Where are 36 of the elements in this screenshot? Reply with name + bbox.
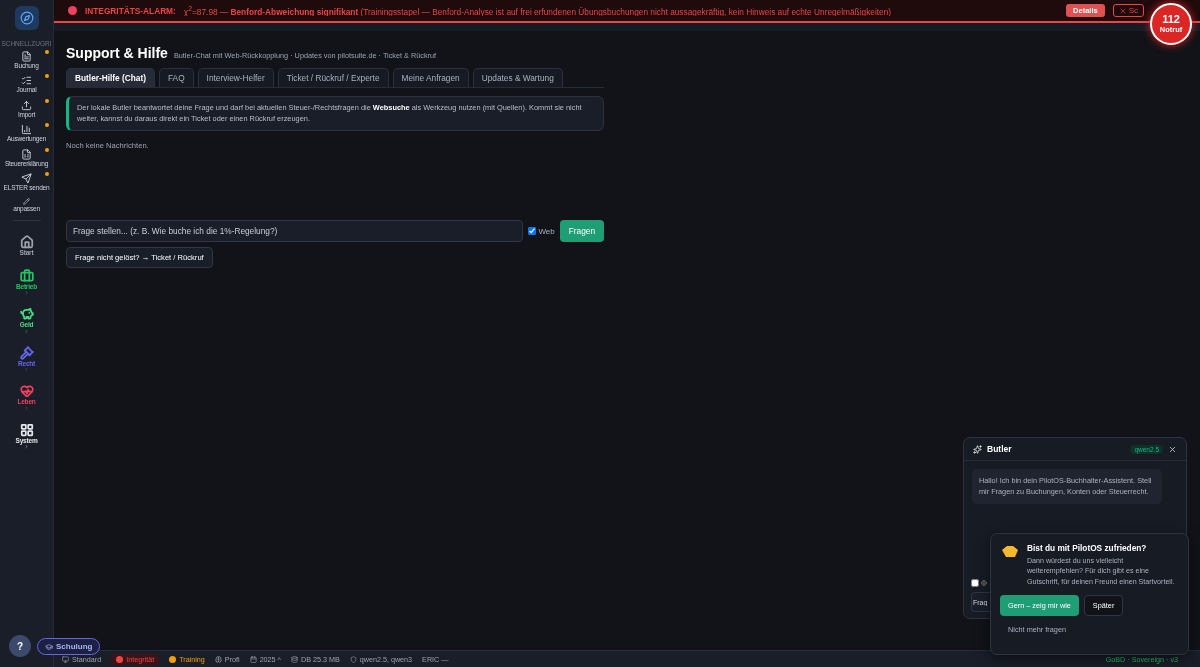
send-icon (21, 173, 32, 185)
alarm-message: χ$^{2}$=87.98 — Benford-Abweichung signifikant (Trainingsstapel — Benford-Analyse ist auf frei erfundenen Übungsbuchungen nicht aussagekräftig, kein Hinweis auf echte Unregelmäßigkeiten) (183, 4, 893, 17)
tab[interactable]: Butler-Hilfe (Chat) (66, 68, 155, 87)
upload-icon (21, 99, 32, 111)
tab[interactable]: Updates & Wartung (472, 68, 563, 87)
graduation-cap-icon (45, 642, 53, 651)
web-checkbox[interactable] (528, 227, 537, 236)
sparkle-icon (973, 444, 982, 454)
status-icon (62, 655, 69, 663)
document-icon (21, 51, 32, 62)
web-label: Web (538, 226, 555, 236)
tab[interactable]: FAQ (159, 68, 194, 87)
question-field[interactable]: Frage stellen... (z. B. Wie buche ich die 1%-Regelung?) (66, 220, 524, 243)
globe-icon (981, 580, 987, 586)
alarm-dot-icon (68, 6, 77, 15)
tab[interactable]: Ticket / Rückruf / Experte (277, 68, 389, 87)
tab[interactable]: Meine Anfragen (392, 68, 469, 87)
status-icon (214, 655, 222, 663)
alarm-title: INTEGRITÄTS-ALARM: (85, 5, 176, 16)
close-button[interactable] (1168, 444, 1177, 454)
tax-form-icon (21, 148, 32, 160)
panel-title: Butler (987, 444, 1012, 454)
page-title: Support & Hilfe (66, 45, 168, 61)
training-button[interactable]: Schulung (37, 638, 101, 655)
web-checkbox[interactable] (971, 579, 979, 587)
close-button[interactable]: Sc (1112, 4, 1144, 17)
list-icon (21, 75, 32, 87)
status-icon (349, 655, 357, 663)
app-logo[interactable] (14, 6, 39, 30)
tab[interactable]: Interview-Helfer (197, 68, 274, 87)
status-icon (249, 655, 257, 663)
bar-chart-icon (21, 124, 32, 136)
status-icon (291, 655, 298, 663)
pencil-icon (23, 197, 30, 205)
close-icon (1118, 6, 1127, 15)
survey-title: Bist du mit PilotOS zufrieden? (1027, 543, 1148, 553)
